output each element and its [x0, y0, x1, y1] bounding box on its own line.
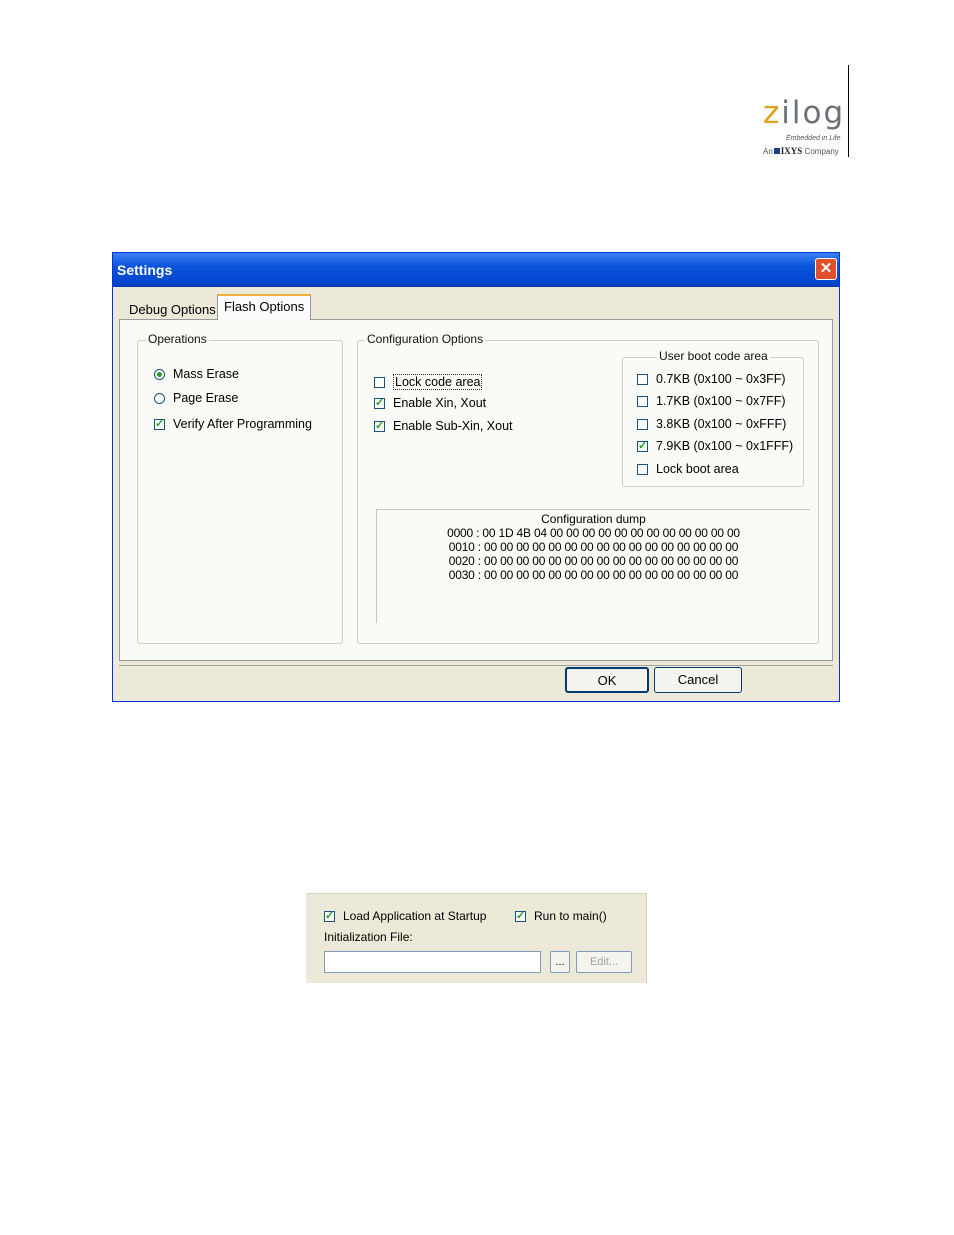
boot-7-9kb-checkbox[interactable]: 7.9KB (0x100 ~ 0x1FFF) — [637, 439, 793, 453]
checkbox-checked-icon — [154, 417, 165, 430]
checkbox-checked-icon — [324, 909, 335, 922]
lock-code-area-checkbox[interactable]: Lock code area — [374, 374, 483, 390]
dump-line: 0000 : 00 1D 4B 04 00 00 00 00 00 00 00 … — [447, 526, 740, 540]
enable-xin-checkbox[interactable]: Enable Xin, Xout — [374, 396, 486, 410]
dump-line: 0020 : 00 00 00 00 00 00 00 00 00 00 00 … — [448, 554, 739, 568]
boot-3-8kb-checkbox[interactable]: 3.8KB (0x100 ~ 0xFFF) — [637, 417, 786, 431]
close-button[interactable]: ✕ — [815, 258, 837, 280]
browse-button[interactable]: ... — [550, 951, 570, 973]
initialization-file-label: Initialization File: — [324, 930, 413, 944]
mass-erase-radio[interactable]: Mass Erase — [154, 367, 239, 381]
logo-company: An IXYS Company — [763, 146, 839, 156]
checkbox-checked-icon — [637, 439, 648, 452]
lock-boot-area-checkbox[interactable]: Lock boot area — [637, 462, 739, 476]
debug-options-snippet: Load Application at Startup Run to main(… — [306, 893, 647, 983]
checkbox-icon — [374, 376, 385, 388]
radio-icon — [154, 392, 165, 404]
initialization-file-input[interactable] — [324, 951, 541, 973]
run-to-main-checkbox[interactable]: Run to main() — [515, 909, 607, 923]
user-boot-code-area-group: User boot code area 0.7KB (0x100 ~ 0x3FF… — [622, 349, 804, 487]
configuration-dump: Configuration dump 0000 : 00 1D 4B 04 00… — [376, 509, 810, 623]
footer-divider — [119, 665, 833, 666]
tab-debug-options[interactable]: Debug Options — [129, 302, 216, 317]
checkbox-icon — [637, 463, 648, 475]
logo-tagline: Embedded in Life — [786, 135, 841, 142]
logo-divider — [848, 65, 849, 157]
checkbox-icon — [637, 395, 648, 407]
user-boot-code-area-legend: User boot code area — [657, 349, 770, 363]
operations-group: Operations Mass Erase Page Erase Verify … — [137, 332, 343, 644]
configuration-dump-title: Configuration dump — [541, 512, 646, 526]
dialog-title: Settings — [117, 262, 173, 278]
radio-selected-icon — [154, 368, 165, 380]
cancel-button[interactable]: Cancel — [654, 667, 742, 693]
load-application-checkbox[interactable]: Load Application at Startup — [324, 909, 486, 923]
boot-1-7kb-checkbox[interactable]: 1.7KB (0x100 ~ 0x7FF) — [637, 394, 786, 408]
enable-subxin-checkbox[interactable]: Enable Sub-Xin, Xout — [374, 419, 513, 433]
tab-flash-options[interactable]: Flash Options — [217, 294, 312, 320]
verify-after-programming-checkbox[interactable]: Verify After Programming — [154, 417, 312, 431]
dump-line: 0010 : 00 00 00 00 00 00 00 00 00 00 00 … — [448, 540, 739, 554]
dump-line: 0030 : 00 00 00 00 00 00 00 00 00 00 00 … — [448, 568, 739, 582]
checkbox-icon — [637, 418, 648, 430]
edit-button[interactable]: Edit... — [576, 951, 632, 973]
page-erase-radio[interactable]: Page Erase — [154, 391, 238, 405]
zilog-logo: zilog — [763, 95, 846, 131]
checkbox-checked-icon — [374, 396, 385, 409]
operations-legend: Operations — [146, 332, 209, 346]
settings-dialog: Settings ✕ Debug Options Operations Mass… — [112, 252, 840, 702]
ok-button[interactable]: OK — [565, 667, 649, 693]
checkbox-checked-icon — [374, 419, 385, 432]
flash-options-panel: Operations Mass Erase Page Erase Verify … — [119, 319, 833, 661]
title-bar: Settings ✕ — [113, 253, 839, 287]
checkbox-icon — [637, 373, 648, 385]
boot-0-7kb-checkbox[interactable]: 0.7KB (0x100 ~ 0x3FF) — [637, 372, 786, 386]
ixys-square-icon — [773, 148, 780, 154]
configuration-options-legend: Configuration Options — [365, 332, 486, 346]
checkbox-checked-icon — [515, 909, 526, 922]
